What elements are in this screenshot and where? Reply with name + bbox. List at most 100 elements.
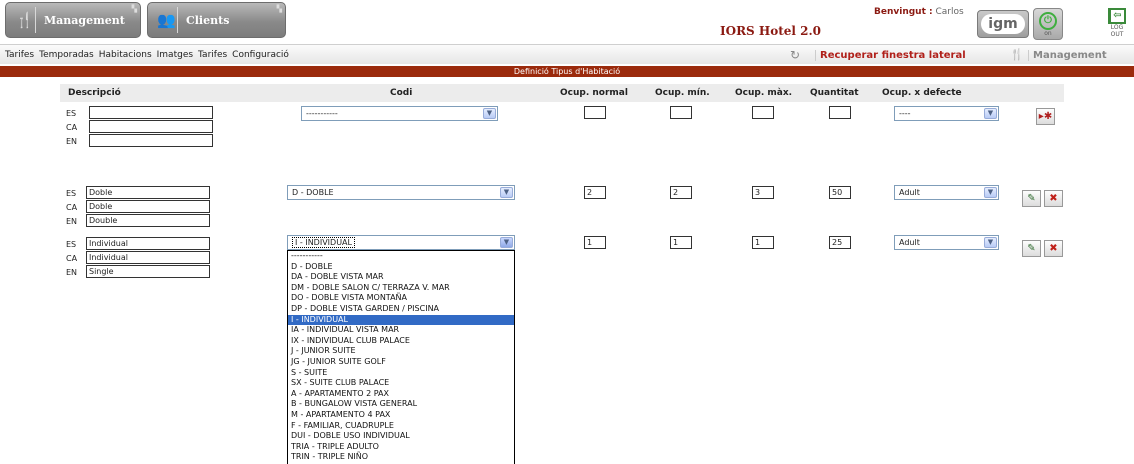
- section-title: Definició Tipus d'Habitació: [0, 66, 1134, 77]
- lang-label-es: ES: [66, 109, 77, 118]
- power-button[interactable]: ⏻ on: [1033, 8, 1063, 40]
- add-new-button[interactable]: ▸✱: [1036, 108, 1055, 125]
- desc-input-en[interactable]: Double: [86, 214, 210, 227]
- dropdown-option[interactable]: I - INDIVIDUAL: [288, 314, 514, 326]
- ocup-min-input[interactable]: 1: [670, 236, 692, 249]
- recover-sidebar-link[interactable]: Recuperar finestra lateral: [815, 50, 966, 61]
- clients-tab-button[interactable]: 👥 Clients ▚: [147, 2, 286, 38]
- dropdown-option[interactable]: TRIN - TRIPLE NIÑO: [288, 452, 514, 463]
- refresh-icon[interactable]: ↻: [790, 48, 800, 62]
- delete-icon: ✖: [1049, 193, 1058, 204]
- top-header: 🍴 Management ▚ 👥 Clients ▚ IORS Hotel 2.…: [0, 0, 1134, 44]
- ocup-defecte-value: Adult: [899, 188, 920, 197]
- col-quantitat: Quantitat: [810, 88, 859, 98]
- dropdown-option[interactable]: DO - DOBLE VISTA MONTAÑA: [288, 293, 514, 304]
- ocup-defecte-select[interactable]: Adult ▼: [894, 185, 999, 200]
- dropdown-option[interactable]: DUI - DOBLE USO INDIVIDUAL: [288, 431, 514, 442]
- codi-select[interactable]: ----------- ▼: [301, 106, 498, 121]
- app-title: IORS Hotel 2.0: [720, 24, 822, 38]
- delete-icon: ✖: [1049, 243, 1058, 254]
- ocup-defecte-value: Adult: [899, 238, 920, 247]
- lang-label-es: ES: [66, 189, 77, 198]
- chevron-down-icon[interactable]: ▼: [500, 187, 513, 198]
- chevron-down-icon[interactable]: ▼: [984, 108, 997, 119]
- codi-select-open[interactable]: I - INDIVIDUAL ▼: [287, 235, 515, 250]
- welcome-label: Benvingut :: [874, 7, 933, 17]
- codi-select-value: I - INDIVIDUAL: [292, 237, 355, 248]
- management-link[interactable]: Management: [1028, 50, 1107, 61]
- menu-item-imatges[interactable]: Imatges: [157, 50, 193, 60]
- desc-input-ca[interactable]: [89, 120, 213, 133]
- ocup-normal-input[interactable]: [584, 106, 606, 119]
- desc-input-en[interactable]: [89, 134, 213, 147]
- desc-input-es[interactable]: Doble: [86, 186, 210, 199]
- codi-select-value: -----------: [306, 109, 338, 118]
- corner-mark-icon: ▚: [131, 5, 137, 13]
- chevron-down-icon[interactable]: ▼: [483, 108, 496, 119]
- igm-logo-text: igm: [981, 14, 1025, 34]
- menu-item-habitacions[interactable]: Habitacions: [99, 50, 152, 60]
- ocup-defecte-select[interactable]: ---- ▼: [894, 106, 999, 121]
- dropdown-option[interactable]: IX - INDIVIDUAL CLUB PALACE: [288, 336, 514, 347]
- dropdown-option[interactable]: J - JUNIOR SUITE: [288, 346, 514, 357]
- lang-label-ca: CA: [66, 254, 78, 263]
- dropdown-option[interactable]: IA - INDIVIDUAL VISTA MAR: [288, 325, 514, 336]
- ocup-max-input[interactable]: [752, 106, 774, 119]
- ocup-min-input[interactable]: [670, 106, 692, 119]
- dropdown-option[interactable]: DA - DOBLE VISTA MAR: [288, 272, 514, 283]
- dropdown-option[interactable]: B - BUNGALOW VISTA GENERAL: [288, 399, 514, 410]
- welcome-text: Benvingut : Carlos: [874, 7, 964, 17]
- codi-select[interactable]: D - DOBLE ▼: [287, 185, 515, 200]
- menu-item-temporadas[interactable]: Temporadas: [39, 50, 94, 60]
- logout-button[interactable]: ⇦ LOG OUT: [1104, 8, 1130, 40]
- dropdown-option[interactable]: SX - SUITE CLUB PALACE: [288, 378, 514, 389]
- ocup-defecte-value: ----: [899, 109, 911, 118]
- lang-label-en: EN: [66, 137, 78, 146]
- desc-input-ca[interactable]: Individual: [86, 251, 210, 264]
- save-button[interactable]: ✎: [1022, 240, 1041, 257]
- cutlery-icon: 🍴: [1010, 48, 1024, 61]
- cutlery-icon: 🍴: [14, 7, 36, 33]
- logout-icon: ⇦: [1108, 8, 1126, 24]
- menu-item-configuracio[interactable]: Configuració: [232, 50, 289, 60]
- quantitat-input[interactable]: [829, 106, 851, 119]
- dropdown-option[interactable]: A - APARTAMENTO 2 PAX: [288, 389, 514, 400]
- delete-button[interactable]: ✖: [1044, 190, 1063, 207]
- igm-logo[interactable]: igm: [977, 10, 1029, 38]
- quantitat-input[interactable]: 25: [829, 236, 851, 249]
- menu-bar: Tarifes Temporadas Habitacions Imatges T…: [0, 44, 1134, 64]
- dropdown-option[interactable]: DP - DOBLE VISTA GARDEN / PISCINA: [288, 304, 514, 315]
- desc-input-es[interactable]: Individual: [86, 237, 210, 250]
- chevron-down-icon[interactable]: ▼: [984, 237, 997, 248]
- desc-input-en[interactable]: Single: [86, 265, 210, 278]
- dropdown-option[interactable]: -----------: [288, 251, 514, 262]
- save-icon: ✎: [1027, 243, 1036, 254]
- ocup-normal-input[interactable]: 1: [584, 236, 606, 249]
- ocup-min-input[interactable]: 2: [670, 186, 692, 199]
- lang-label-en: EN: [66, 268, 78, 277]
- delete-button[interactable]: ✖: [1044, 240, 1063, 257]
- desc-input-es[interactable]: [89, 106, 213, 119]
- dropdown-option[interactable]: TRIA - TRIPLE ADULTO: [288, 442, 514, 453]
- dropdown-option[interactable]: M - APARTAMENTO 4 PAX: [288, 410, 514, 421]
- ocup-normal-input[interactable]: 2: [584, 186, 606, 199]
- ocup-defecte-select[interactable]: Adult ▼: [894, 235, 999, 250]
- management-tab-button[interactable]: 🍴 Management ▚: [5, 2, 141, 38]
- dropdown-option[interactable]: JG - JUNIOR SUITE GOLF: [288, 357, 514, 368]
- save-button[interactable]: ✎: [1022, 190, 1041, 207]
- dropdown-option[interactable]: DM - DOBLE SALON C/ TERRAZA V. MAR: [288, 283, 514, 294]
- clients-tab-label: Clients: [186, 13, 230, 27]
- menu-item-tarifes[interactable]: Tarifes: [5, 50, 34, 60]
- chevron-down-icon[interactable]: ▼: [500, 237, 513, 248]
- codi-dropdown-list[interactable]: ----------- D - DOBLE DA - DOBLE VISTA MAR…: [287, 250, 515, 464]
- dropdown-option[interactable]: F - FAMILIAR, CUADRUPLE: [288, 421, 514, 432]
- menu-item-tarifes-2[interactable]: Tarifes: [198, 50, 227, 60]
- desc-input-ca[interactable]: Doble: [86, 200, 210, 213]
- dropdown-option[interactable]: D - DOBLE: [288, 262, 514, 273]
- quantitat-input[interactable]: 50: [829, 186, 851, 199]
- lang-label-ca: CA: [66, 123, 78, 132]
- dropdown-option[interactable]: S - SUITE: [288, 368, 514, 379]
- chevron-down-icon[interactable]: ▼: [984, 187, 997, 198]
- ocup-max-input[interactable]: 3: [752, 186, 774, 199]
- ocup-max-input[interactable]: 1: [752, 236, 774, 249]
